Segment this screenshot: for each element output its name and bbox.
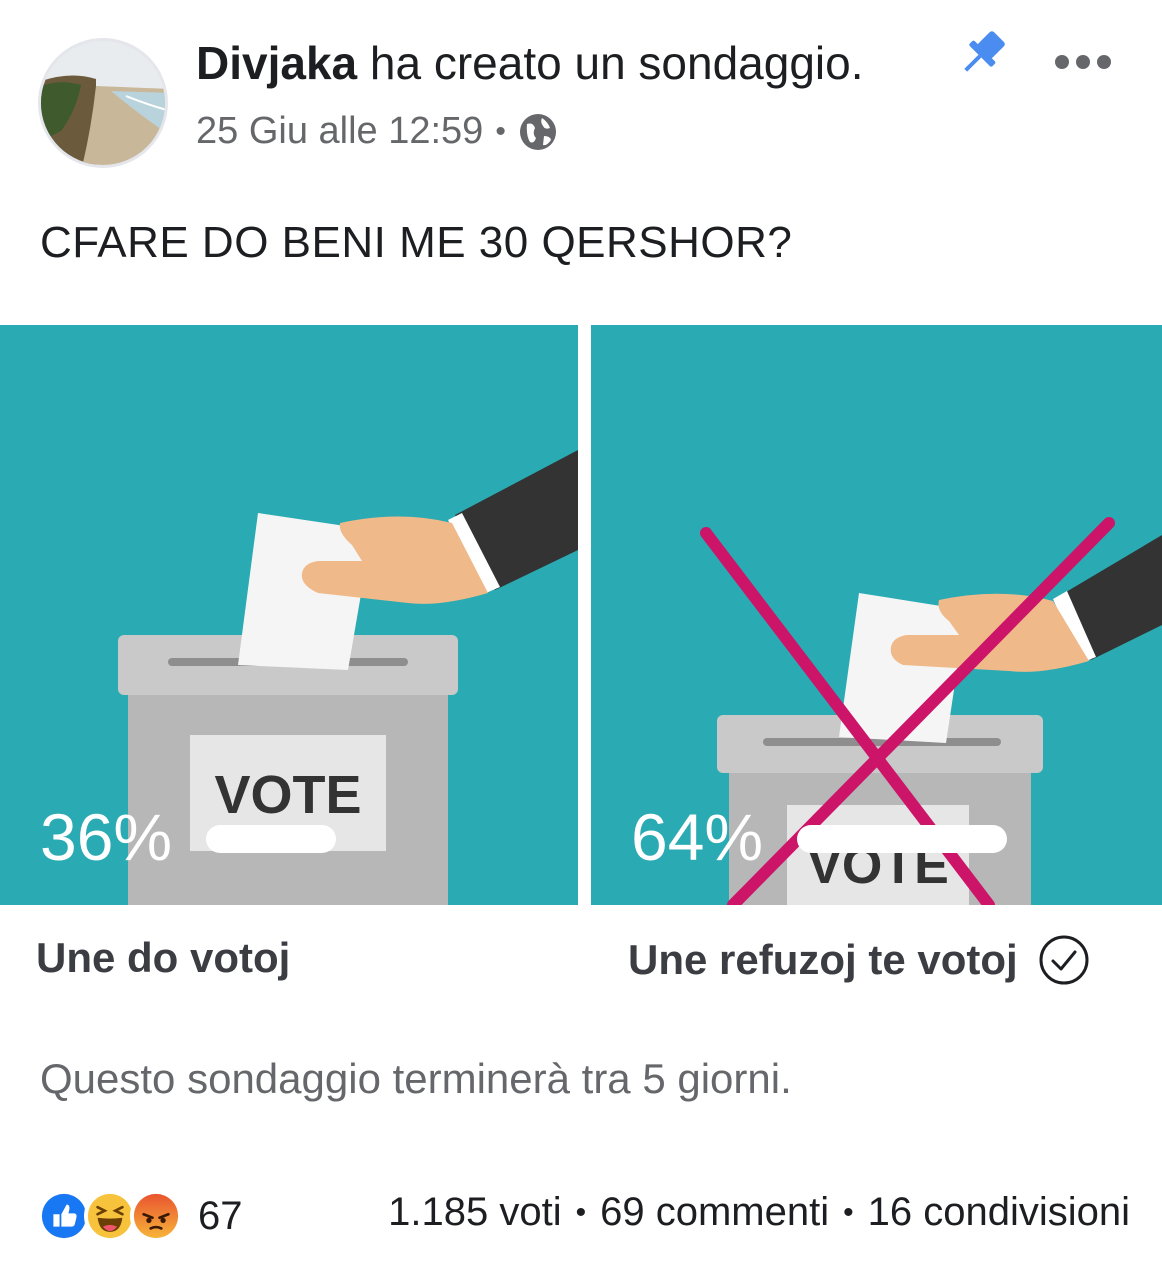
shares-count[interactable]: 16 condivisioni [868,1190,1130,1235]
percentage-bar [797,825,1007,853]
pin-icon [964,31,1005,72]
option-label-text: Une do votoj [36,934,291,981]
like-reaction-icon [38,1190,90,1242]
meta-separator: • [495,114,506,148]
votes-count[interactable]: 1.185 voti [388,1190,561,1235]
stats-separator: • [575,1195,587,1229]
poll-end-notice: Questo sondaggio terminerà tra 5 giorni. [40,1055,792,1102]
option-label-text: Une refuzoj te votoj [628,936,1018,983]
post-action-text: ha creato un sondaggio. [369,37,864,89]
haha-reaction-icon [84,1190,136,1242]
post-meta: 25 Giu alle 12:59 • [196,110,558,153]
option-label-refuse[interactable]: Une refuzoj te votoj [628,934,1090,986]
check-circle-icon [1039,935,1089,985]
post-header: Divjaka ha creato un sondaggio. 25 Giu a… [0,0,1162,180]
author-name[interactable]: Divjaka [196,37,357,89]
poll-option-refuse[interactable]: VOTE 64% [591,325,1162,905]
post-title-line: Divjaka ha creato un sondaggio. [196,36,864,90]
beach-photo [41,41,165,165]
option-percentage: 36% [40,800,173,874]
box-label: VOTE [214,765,361,825]
angry-reaction-icon [130,1190,182,1242]
more-options-icon[interactable] [1052,50,1114,74]
post-date[interactable]: 25 Giu alle 12:59 [196,110,483,153]
reaction-count: 67 [198,1193,243,1238]
percentage-bar [206,825,336,853]
reactions-summary[interactable]: 67 [38,1190,243,1242]
option-label-vote[interactable]: Une do votoj [36,934,290,982]
poll-question: CFARE DO BENI ME 30 QERSHOR? [40,218,793,267]
stats-separator: • [843,1195,854,1229]
globe-icon [519,113,556,150]
page-avatar[interactable] [38,38,168,168]
poll-option-vote[interactable]: VOTE 36% [0,325,578,905]
comments-count[interactable]: 69 commenti [600,1190,829,1235]
engagement-stats: 1.185 voti • 69 commenti • 16 condivisio… [388,1190,1130,1235]
option-percentage: 64% [631,800,764,874]
